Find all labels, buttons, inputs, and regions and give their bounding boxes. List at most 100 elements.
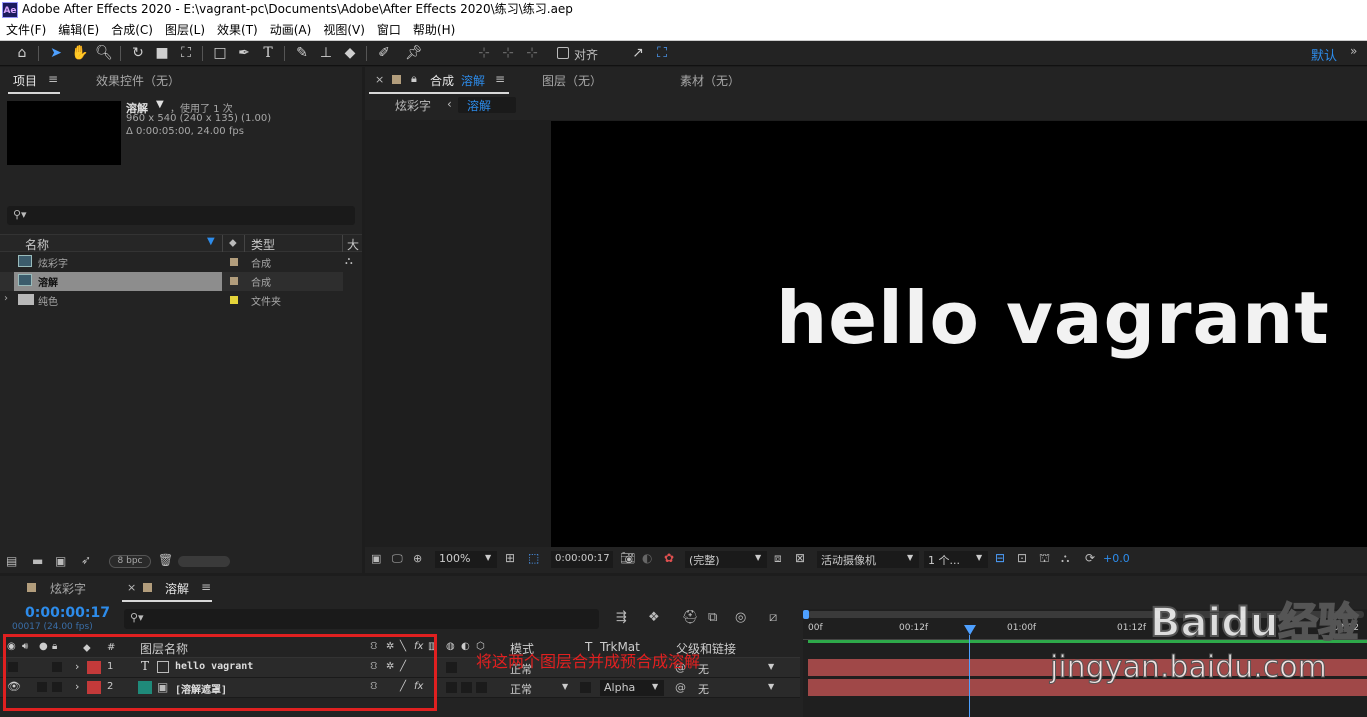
navigator-start-handle[interactable] bbox=[803, 610, 809, 619]
trash-icon[interactable]: 🗑︎ bbox=[158, 553, 173, 567]
layer-duration-bar[interactable] bbox=[808, 679, 1367, 696]
rectangle-tool-icon[interactable]: □ bbox=[210, 44, 230, 63]
camera-dropdown[interactable]: 活动摄像机 ▼ bbox=[817, 551, 919, 568]
roto-brush-tool-icon[interactable]: ✐ bbox=[374, 44, 394, 63]
bit-depth-button[interactable]: 8 bpc bbox=[109, 555, 151, 568]
tab-layer[interactable]: 图层（无） bbox=[542, 72, 602, 89]
layer-parent[interactable]: 无 bbox=[698, 681, 709, 697]
column-type[interactable]: 类型 bbox=[251, 236, 275, 253]
menu-file[interactable]: 文件(F) bbox=[0, 21, 52, 38]
tab-timeline-2[interactable]: 溶解 bbox=[165, 580, 189, 597]
switch-slot[interactable] bbox=[461, 682, 472, 693]
menu-layer[interactable]: 图层(L) bbox=[159, 21, 211, 38]
lock-icon[interactable]: 🔒︎ bbox=[411, 72, 417, 86]
snap-checkbox[interactable] bbox=[557, 47, 569, 59]
zoom-tool-icon[interactable]: 🔍︎ bbox=[94, 44, 114, 63]
workspace-more-icon[interactable]: » bbox=[1350, 44, 1357, 58]
switch-slot[interactable] bbox=[446, 662, 457, 673]
eraser-tool-icon[interactable]: ◆ bbox=[340, 44, 360, 63]
pan-behind-tool-icon[interactable]: ⛶ bbox=[176, 44, 196, 63]
zoom-dropdown[interactable]: 100% ▼ bbox=[435, 551, 497, 568]
pen-tool-icon[interactable]: ✒ bbox=[234, 44, 254, 63]
monitor-icon[interactable]: 🖵︎ bbox=[392, 552, 403, 566]
playhead-handle[interactable] bbox=[964, 625, 976, 635]
reset-exposure-icon[interactable]: ⟳ bbox=[1085, 551, 1095, 565]
panel-menu-icon[interactable]: ≡ bbox=[48, 72, 58, 86]
resolution-dropdown[interactable]: (完整) ▼ bbox=[685, 551, 767, 568]
region-of-interest-icon[interactable]: ⬚ bbox=[528, 551, 539, 565]
comp-mini-flowchart-icon[interactable]: ⇶ bbox=[616, 610, 627, 625]
interpret-footage-icon[interactable]: ▤ bbox=[6, 554, 17, 568]
timeline-tracks[interactable]: 00f 00:12f 01:00f 01:12f 02:12 bbox=[803, 609, 1367, 717]
label-color-swatch[interactable] bbox=[230, 296, 238, 304]
snap-options-icon[interactable]: ↗ bbox=[628, 44, 648, 63]
puppet-tool-icon[interactable]: 📌︎ bbox=[404, 44, 424, 63]
grid-guides-icon[interactable]: ⊞ bbox=[505, 551, 515, 565]
menu-composition[interactable]: 合成(C) bbox=[105, 21, 159, 38]
menu-effect[interactable]: 效果(T) bbox=[211, 21, 264, 38]
color-channels-icon[interactable]: ✿ bbox=[664, 551, 674, 565]
tab-composition-prefix[interactable]: 合成 bbox=[430, 72, 454, 89]
transparency-grid-icon[interactable]: ⊠ bbox=[795, 551, 805, 565]
layer-duration-bar[interactable] bbox=[808, 659, 1367, 676]
workspace-default[interactable]: 默认 bbox=[1311, 45, 1337, 64]
rotate-tool-icon[interactable]: ↻ bbox=[128, 44, 148, 63]
camera-tool-icon[interactable]: ■ bbox=[152, 44, 172, 63]
draft-3d-icon[interactable]: ❖ bbox=[648, 610, 660, 625]
always-preview-icon[interactable]: ▣ bbox=[371, 552, 381, 565]
mask-visibility-icon[interactable]: ⊕ bbox=[413, 552, 422, 565]
close-tab-icon[interactable]: × bbox=[375, 73, 384, 86]
menu-edit[interactable]: 编辑(E) bbox=[52, 21, 105, 38]
project-search-input[interactable]: ⚲▾ bbox=[7, 206, 355, 225]
time-ruler[interactable]: 00f 00:12f 01:00f 01:12f 02:12 bbox=[803, 621, 1367, 640]
menu-view[interactable]: 视图(V) bbox=[317, 21, 371, 38]
adjust-settings-icon[interactable]: ➶ bbox=[81, 553, 91, 567]
shy-layers-icon[interactable]: ⛑ bbox=[682, 610, 699, 625]
label-color-swatch[interactable] bbox=[230, 277, 238, 285]
trkmat-dropdown[interactable]: Alpha ▼ bbox=[600, 680, 664, 696]
switch-slot[interactable] bbox=[476, 682, 487, 693]
column-name[interactable]: 名称 bbox=[25, 236, 49, 253]
flowchart-icon[interactable]: ⛬ bbox=[345, 254, 353, 268]
comp-dropdown-icon[interactable]: ▼ bbox=[156, 99, 164, 110]
viewer-timecode-box[interactable]: 0:00:00:17 bbox=[551, 551, 613, 568]
switch-slot[interactable] bbox=[446, 682, 457, 693]
canvas-text-layer[interactable]: hello vagrant bbox=[776, 276, 1330, 360]
project-item[interactable]: › 纯色 文件夹 bbox=[0, 291, 343, 310]
local-axis-icon[interactable]: ⊹ bbox=[474, 44, 494, 63]
snap-target-icon[interactable]: ⛶ bbox=[652, 44, 672, 63]
selection-tool-icon[interactable]: ➤ bbox=[46, 44, 66, 63]
menu-window[interactable]: 窗口 bbox=[371, 21, 407, 38]
flowchart-icon[interactable]: ⛬ bbox=[1061, 551, 1069, 566]
project-item[interactable]: 炫彩字 合成 bbox=[0, 253, 343, 272]
timeline-icon[interactable]: ⛫ bbox=[1039, 551, 1050, 567]
tab-footage[interactable]: 素材（无） bbox=[680, 72, 740, 89]
breadcrumb-current-box[interactable]: 溶解 bbox=[458, 97, 516, 113]
fast-preview-icon[interactable]: ⊡ bbox=[1017, 551, 1027, 565]
composition-canvas[interactable]: hello vagrant bbox=[551, 121, 1367, 547]
tab-effect-controls[interactable]: 效果控件（无） bbox=[96, 72, 180, 89]
graph-editor-icon[interactable]: ⧄ bbox=[769, 610, 777, 625]
frame-blending-icon[interactable]: ⧉ bbox=[708, 610, 717, 625]
breadcrumb-parent[interactable]: 炫彩字 bbox=[395, 97, 431, 114]
layer-mode[interactable]: 正常 bbox=[510, 681, 532, 697]
close-tab-icon[interactable]: × bbox=[127, 581, 136, 594]
show-snapshot-icon[interactable]: ◐ bbox=[642, 551, 652, 565]
tab-project[interactable]: 项目 bbox=[13, 72, 37, 89]
playhead-line[interactable] bbox=[969, 635, 970, 717]
clone-stamp-tool-icon[interactable]: ⊥ bbox=[316, 44, 336, 63]
motion-blur-icon[interactable]: ◎ bbox=[735, 610, 746, 625]
new-composition-icon[interactable]: ▣ bbox=[55, 554, 66, 568]
panel-menu-icon[interactable]: ≡ bbox=[495, 72, 505, 86]
preserve-transparency-toggle[interactable] bbox=[580, 682, 591, 693]
snapshot-camera-icon[interactable]: 📷︎ bbox=[620, 551, 635, 565]
new-folder-icon[interactable]: ▬ bbox=[32, 554, 43, 568]
composition-viewer[interactable]: hello vagrant bbox=[365, 120, 1367, 547]
home-icon[interactable]: ⌂ bbox=[12, 44, 32, 63]
menu-animation[interactable]: 动画(A) bbox=[264, 21, 318, 38]
view-axis-icon[interactable]: ⊹ bbox=[522, 44, 542, 63]
hand-tool-icon[interactable]: ✋ bbox=[70, 44, 90, 63]
project-item-selected[interactable]: 溶解 合成 bbox=[0, 272, 343, 291]
tab-timeline-1[interactable]: 炫彩字 bbox=[50, 580, 86, 597]
column-size[interactable]: 大 bbox=[347, 236, 359, 253]
